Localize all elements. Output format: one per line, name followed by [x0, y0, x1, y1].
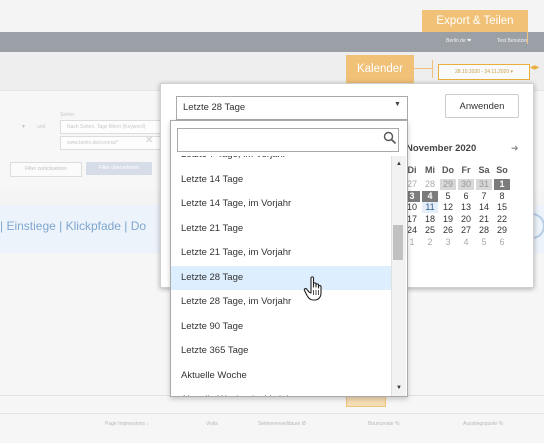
calendar-day[interactable]: 30 — [458, 179, 474, 190]
option-item[interactable]: Letzte 21 Tage, im Vorjahr — [171, 241, 391, 265]
calendar-day[interactable]: 31 — [476, 179, 492, 190]
option-item[interactable]: Letzte 14 Tage — [171, 168, 391, 192]
option-item[interactable]: Aktuelle Woche — [171, 364, 391, 388]
calendar-day[interactable]: 5 — [476, 237, 492, 248]
scrollbar-thumb[interactable] — [393, 225, 403, 260]
filter-value: www.berlin.de/corona/* — [67, 140, 119, 146]
calendar-day[interactable]: 28 — [422, 179, 438, 190]
calendar-day[interactable]: 15 — [494, 202, 510, 213]
header-site-name: Berlin.de ❤ — [446, 38, 472, 44]
weekday-label: Mi — [425, 165, 435, 175]
calendar-day[interactable]: 29 — [494, 225, 510, 236]
calendar-day[interactable]: 21 — [476, 214, 492, 225]
calendar-day[interactable]: 7 — [476, 191, 492, 202]
option-item[interactable]: Aktuelle Woche, im Vorjahr — [171, 388, 391, 396]
calendar-day[interactable]: 29 — [440, 179, 456, 190]
reset-filter-button[interactable]: Filter zurücksetzen — [10, 162, 82, 177]
column-header[interactable]: Page Impressions ↓ — [105, 421, 149, 427]
column-header[interactable]: Visits — [206, 421, 218, 427]
apply-button[interactable]: Anwenden — [445, 94, 519, 118]
scroll-up-icon[interactable]: ▲ — [396, 161, 402, 167]
tag-connector — [432, 60, 434, 78]
filter-field-label: Seiten — [60, 112, 75, 118]
calendar-day[interactable]: 6 — [494, 237, 510, 248]
header-user-name: Test Benutzer — [497, 38, 528, 44]
option-item[interactable]: Letzte 90 Tage — [171, 315, 391, 339]
calendar-day[interactable]: 22 — [494, 214, 510, 225]
date-range-picker[interactable]: 28.10.2020 - 24.11.2020 ▾ — [438, 64, 530, 80]
calendar-tag: Kalender — [346, 55, 414, 83]
calendar-day[interactable]: 5 — [440, 191, 456, 202]
calendar-day[interactable]: 27 — [458, 225, 474, 236]
weekday-label: Fr — [461, 165, 471, 175]
calendar-day[interactable]: 25 — [422, 225, 438, 236]
apply-filter-button[interactable]: Filter übernehmen — [86, 162, 152, 175]
filter-placeholder: Nach Seiten, Tags filtern (Keyword) — [67, 124, 146, 130]
calendar-day[interactable]: 28 — [476, 225, 492, 236]
filter-input[interactable]: Nach Seiten, Tags filtern (Keyword) — [60, 120, 162, 134]
divider — [0, 413, 544, 414]
calendar-day[interactable]: 13 — [458, 202, 474, 213]
filter-and-label: und — [37, 124, 46, 130]
calendar-day[interactable]: 2 — [422, 237, 438, 248]
hand-cursor-icon — [303, 276, 322, 301]
arrow-right-icon[interactable]: ➜ — [511, 143, 519, 154]
option-item[interactable]: Letzte 21 Tage — [171, 217, 391, 241]
export-share-tag: Export & Teilen — [422, 10, 528, 32]
column-header[interactable]: Ausstiegsquote % — [463, 421, 503, 427]
calendar-day[interactable]: 20 — [458, 214, 474, 225]
calendar-day[interactable]: 26 — [440, 225, 456, 236]
calendar-day[interactable]: 18 — [422, 214, 438, 225]
option-item[interactable]: Letzte 28 Tage, im Vorjahr — [171, 290, 391, 314]
search-input[interactable] — [177, 128, 399, 152]
chevron-right-icon[interactable]: ◀▶ — [530, 64, 539, 71]
scroll-down-icon[interactable]: ▼ — [396, 385, 402, 391]
weekday-label: Do — [442, 165, 454, 175]
report-tabs[interactable]: | Einstiege | Klickpfade | Do — [0, 219, 146, 233]
calendar-day[interactable]: 14 — [476, 202, 492, 213]
option-item[interactable]: Letzte 365 Tage — [171, 339, 391, 363]
calendar-month-title: November 2020 — [406, 143, 477, 154]
calendar-day[interactable]: 4 — [458, 237, 474, 248]
search-icon[interactable] — [383, 131, 397, 145]
range-select-value: Letzte 28 Tage — [183, 102, 246, 113]
calendar-day[interactable]: 1 — [494, 179, 510, 190]
calendar-day[interactable]: 12 — [440, 202, 456, 213]
scrollbar[interactable] — [391, 156, 406, 396]
column-header[interactable]: Seitenverweildauer Ø — [258, 421, 306, 427]
calendar-day[interactable]: 3 — [440, 237, 456, 248]
option-item[interactable]: Letzte 14 Tage, im Vorjahr — [171, 192, 391, 216]
tag-connector — [527, 32, 529, 44]
option-item[interactable]: Letzte 28 Tage — [171, 265, 391, 290]
tag-connector — [414, 68, 432, 70]
column-header[interactable]: Bouncerate % — [368, 421, 399, 427]
calendar-day[interactable]: 4 — [422, 190, 438, 202]
weekday-label: Sa — [478, 165, 490, 175]
calendar-day[interactable]: 11 — [422, 202, 438, 213]
option-item[interactable]: Letzte 7 Tage, im Vorjahr — [171, 156, 391, 167]
close-icon[interactable]: ✕ — [145, 135, 153, 146]
calendar-day[interactable]: 8 — [494, 191, 510, 202]
weekday-label: So — [496, 165, 508, 175]
option-list: Letzte 7 Tage, im VorjahrLetzte 14 TageL… — [171, 156, 391, 396]
calendar-day[interactable]: 19 — [440, 214, 456, 225]
chevron-down-icon[interactable]: ▾ — [22, 123, 25, 130]
caret-down-icon[interactable]: ▼ — [394, 101, 401, 108]
calendar-day[interactable]: 6 — [458, 191, 474, 202]
